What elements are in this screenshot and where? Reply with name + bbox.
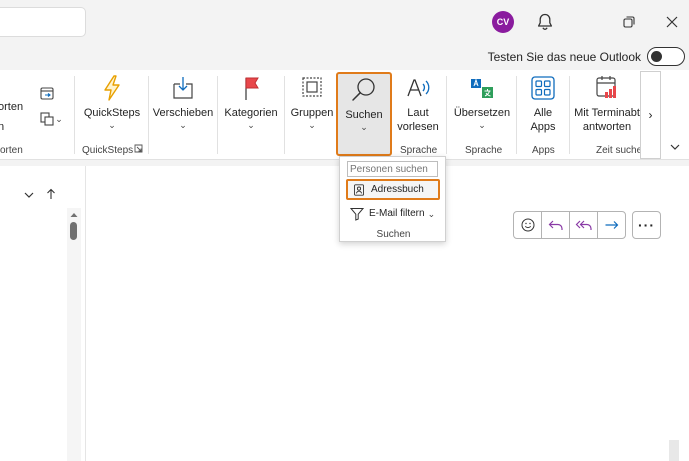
- divider: [217, 76, 218, 154]
- suchen-button[interactable]: Suchen ⌄: [336, 72, 392, 156]
- filter-icon: [350, 207, 364, 221]
- smiley-icon: [521, 218, 534, 232]
- group-label-sprache-2: Sprache: [465, 145, 503, 156]
- alle-apps-button[interactable]: Alle Apps: [522, 74, 564, 134]
- list-scrollbar[interactable]: [67, 208, 81, 461]
- termin-label-line2: antworten: [582, 121, 632, 133]
- search-box[interactable]: [0, 7, 86, 37]
- chevron-down-icon: ⌄: [427, 208, 436, 219]
- new-outlook-toggle[interactable]: [647, 47, 685, 66]
- reply-all-button[interactable]: [570, 212, 598, 238]
- partial-left-line2: n: [0, 121, 5, 133]
- uebersetzen-label: Übersetzen: [453, 107, 511, 119]
- chevron-down-icon: ⌄: [247, 120, 255, 130]
- dropdown-group-label: Suchen: [376, 229, 411, 240]
- forward-button[interactable]: [598, 212, 625, 238]
- apps-icon: [531, 76, 555, 100]
- divider: [74, 76, 75, 154]
- calendar-move-icon[interactable]: [36, 82, 58, 104]
- divider: [446, 76, 447, 154]
- forward-icon: [605, 221, 618, 229]
- read-aloud-icon: [407, 79, 430, 97]
- termin-label-line1: Mit Terminabt: [574, 107, 640, 119]
- group-icon: [302, 77, 322, 97]
- laut-label-line1: Laut: [407, 107, 429, 119]
- new-outlook-label: Testen Sie das neue Outlook: [487, 50, 641, 64]
- uebersetzen-button[interactable]: Übersetzen ⌄: [452, 74, 512, 130]
- reading-pane-scrollbar[interactable]: [669, 440, 679, 461]
- ribbon-scroll-right-button[interactable]: ›: [640, 71, 661, 159]
- email-filter-label: E-Mail filtern: [369, 208, 425, 219]
- calendar-reply-icon: [596, 76, 616, 98]
- group-label-zeit: Zeit sucher: [596, 145, 646, 156]
- scroll-thumb[interactable]: [70, 222, 77, 240]
- partial-left-line1: orten: [0, 101, 24, 113]
- people-search-input[interactable]: [347, 161, 438, 177]
- laut-label-line2: vorlesen: [397, 121, 439, 133]
- suchen-label: Suchen: [345, 109, 383, 121]
- kategorien-button[interactable]: Kategorien ⌄: [222, 74, 280, 130]
- close-icon[interactable]: [661, 11, 683, 33]
- title-bar: CV: [0, 0, 689, 44]
- flag-icon: [245, 77, 259, 100]
- more-actions-button[interactable]: ···: [632, 211, 661, 239]
- search-icon: [352, 78, 375, 101]
- ribbon-collapse-chevron-icon[interactable]: [664, 136, 686, 158]
- sort-chevron-down-icon[interactable]: [18, 184, 40, 206]
- suchen-dropdown: Adressbuch E-Mail filtern ⌄ Suchen: [339, 156, 446, 242]
- divider: [516, 76, 517, 154]
- move-folder-icon: [173, 77, 193, 99]
- chevron-down-icon: ⌄: [308, 120, 316, 130]
- group-label-partial: orten: [0, 145, 23, 156]
- translate-icon: [471, 78, 493, 98]
- apps-label-line1: Alle: [533, 107, 553, 119]
- chevron-down-icon: ⌄: [108, 120, 116, 130]
- partial-left-button[interactable]: orten n: [0, 100, 23, 134]
- email-filter-button[interactable]: E-Mail filtern ⌄: [346, 203, 440, 224]
- quicksteps-button[interactable]: QuickSteps ⌄: [84, 74, 140, 130]
- apps-label-line2: Apps: [530, 121, 556, 133]
- chevron-down-icon: ⌄: [179, 120, 187, 130]
- verschieben-button[interactable]: Verschieben ⌄: [153, 74, 213, 130]
- dialog-launcher-icon[interactable]: [132, 142, 144, 154]
- address-book-icon: [354, 183, 364, 196]
- divider: [569, 76, 570, 154]
- reply-button[interactable]: [542, 212, 570, 238]
- group-label-apps: Apps: [532, 145, 555, 156]
- reaction-button[interactable]: [514, 212, 542, 238]
- restore-icon[interactable]: [618, 11, 640, 33]
- reply-all-icon: [575, 220, 592, 230]
- new-outlook-bar: Testen Sie das neue Outlook: [0, 44, 689, 70]
- chevron-down-icon: ⌄: [55, 114, 63, 124]
- divider: [148, 76, 149, 154]
- gruppen-button[interactable]: Gruppen ⌄: [289, 74, 335, 130]
- bell-icon[interactable]: [534, 11, 556, 33]
- reply-icon: [548, 220, 563, 230]
- gruppen-label: Gruppen: [290, 107, 334, 119]
- termin-antworten-button[interactable]: Mit Terminabt antworten: [574, 74, 640, 134]
- lightning-icon: [104, 75, 120, 101]
- chevron-down-icon: ⌄: [360, 122, 368, 132]
- avatar[interactable]: CV: [492, 11, 514, 33]
- verschieben-label: Verschieben: [152, 107, 214, 119]
- message-action-bar: [513, 211, 626, 239]
- quicksteps-label: QuickSteps: [83, 107, 141, 119]
- laut-vorlesen-button[interactable]: Laut vorlesen: [396, 74, 440, 134]
- adressbuch-label: Adressbuch: [371, 184, 424, 195]
- group-label-quicksteps: QuickSteps: [82, 145, 134, 156]
- group-label-sprache-1: Sprache: [400, 145, 438, 156]
- adressbuch-button[interactable]: Adressbuch: [346, 179, 440, 200]
- kategorien-label: Kategorien: [224, 107, 278, 119]
- rules-icon[interactable]: ⌄: [36, 108, 66, 130]
- more-dots-icon: ···: [638, 217, 655, 233]
- divider: [284, 76, 285, 154]
- scroll-up-arrow-icon: [70, 213, 78, 217]
- sort-arrow-up-icon[interactable]: [40, 183, 62, 205]
- chevron-down-icon: ⌄: [478, 120, 486, 130]
